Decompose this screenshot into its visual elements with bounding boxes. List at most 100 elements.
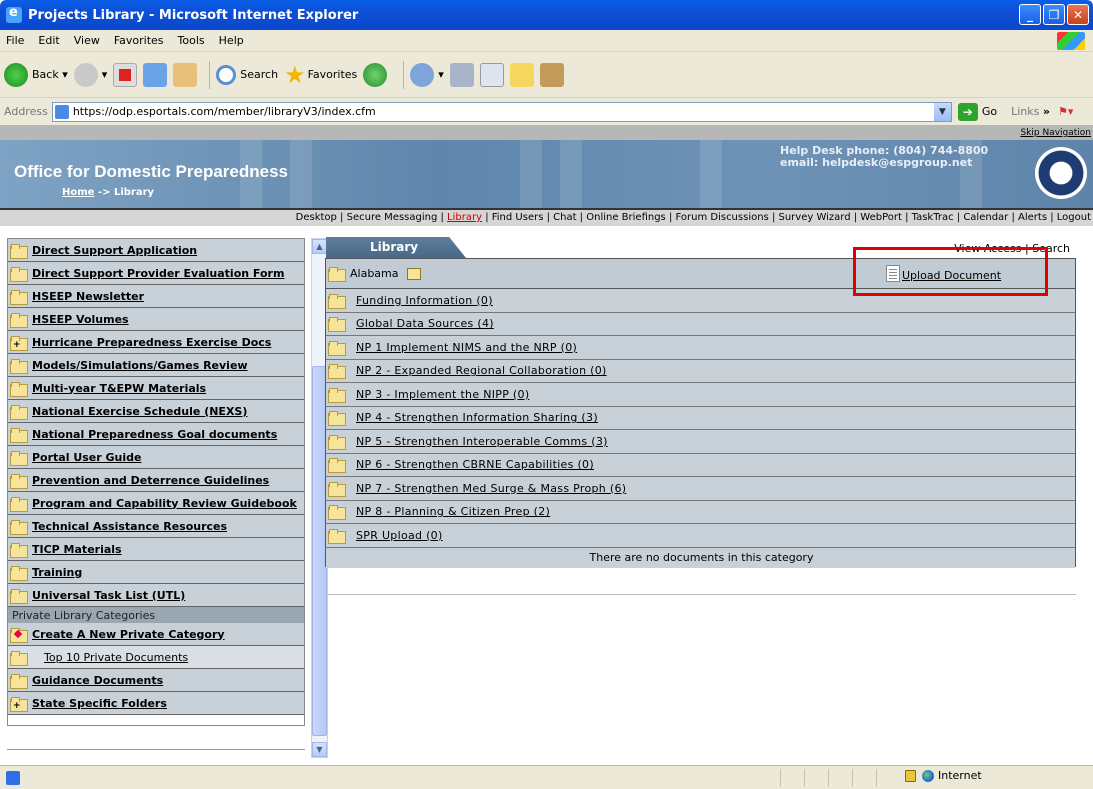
sidebar-item[interactable]: Prevention and Deterrence Guidelines bbox=[8, 469, 304, 492]
folder-expand-icon[interactable]: + bbox=[10, 696, 28, 712]
state-specific-folders-item[interactable]: + State Specific Folders bbox=[8, 692, 304, 715]
nav-links-after[interactable]: | Find Users | Chat | Online Briefings |… bbox=[482, 212, 1091, 223]
guidance-documents-item[interactable]: Guidance Documents bbox=[8, 669, 304, 692]
home-icon[interactable] bbox=[173, 62, 198, 87]
sidebar-item[interactable]: TICP Materials bbox=[8, 538, 304, 561]
menu-edit[interactable]: Edit bbox=[38, 34, 59, 47]
sidebar-item-label[interactable]: Hurricane Preparedness Exercise Docs bbox=[32, 336, 271, 349]
edit-icon[interactable] bbox=[479, 62, 504, 87]
library-tab[interactable]: Library bbox=[326, 237, 466, 258]
folder-link[interactable]: Funding Information (0) bbox=[356, 294, 493, 307]
folder-link[interactable]: NP 2 - Expanded Regional Collaboration (… bbox=[356, 364, 607, 377]
sidebar-item-label[interactable]: National Preparedness Goal documents bbox=[32, 428, 277, 441]
close-button[interactable]: ✕ bbox=[1067, 4, 1089, 25]
search-button[interactable]: Search bbox=[216, 60, 278, 90]
address-input[interactable]: https://odp.esportals.com/member/library… bbox=[51, 101, 952, 122]
sidebar-item-label[interactable]: Create A New Private Category bbox=[32, 628, 225, 641]
research-icon[interactable] bbox=[539, 62, 564, 87]
sidebar-item-label[interactable]: Multi-year T&EPW Materials bbox=[32, 382, 206, 395]
stop-icon[interactable] bbox=[113, 62, 138, 87]
folder-row[interactable]: Global Data Sources (4) bbox=[326, 312, 1075, 336]
sidebar-item[interactable]: National Preparedness Goal documents bbox=[8, 423, 304, 446]
maximize-button[interactable]: ❐ bbox=[1043, 4, 1065, 25]
folder-row[interactable]: NP 4 - Strengthen Information Sharing (3… bbox=[326, 406, 1075, 430]
sidebar-item[interactable]: Training bbox=[8, 561, 304, 584]
sidebar-item-label[interactable]: Models/Simulations/Games Review bbox=[32, 359, 248, 372]
sidebar-item[interactable]: Portal User Guide bbox=[8, 446, 304, 469]
folder-link[interactable]: NP 6 - Strengthen CBRNE Capabilities (0) bbox=[356, 458, 594, 471]
sidebar-item[interactable]: National Exercise Schedule (NEXS) bbox=[8, 400, 304, 423]
folder-row[interactable]: NP 3 - Implement the NIPP (0) bbox=[326, 383, 1075, 407]
address-dropdown-icon[interactable]: ▼ bbox=[933, 102, 951, 121]
folder-icon bbox=[328, 528, 346, 544]
forward-button[interactable]: ▾ bbox=[73, 60, 107, 90]
sidebar-item[interactable]: Multi-year T&EPW Materials bbox=[8, 377, 304, 400]
create-private-category-item[interactable]: Create A New Private Category bbox=[8, 623, 304, 646]
folder-row[interactable]: NP 5 - Strengthen Interoperable Comms (3… bbox=[326, 430, 1075, 454]
folder-link[interactable]: NP 5 - Strengthen Interoperable Comms (3… bbox=[356, 435, 608, 448]
minimize-button[interactable]: _ bbox=[1019, 4, 1041, 25]
sidebar-item-label[interactable]: TICP Materials bbox=[32, 543, 122, 556]
sidebar-item[interactable]: Direct Support Provider Evaluation Form bbox=[8, 262, 304, 285]
sidebar-item-label[interactable]: Guidance Documents bbox=[32, 674, 163, 687]
sidebar-item-label[interactable]: Technical Assistance Resources bbox=[32, 520, 227, 533]
folder-expand-icon[interactable]: + bbox=[10, 335, 28, 351]
sidebar-item[interactable]: + Hurricane Preparedness Exercise Docs bbox=[8, 331, 304, 354]
sidebar-item[interactable]: HSEEP Volumes bbox=[8, 308, 304, 331]
skip-navigation-link[interactable]: Skip Navigation bbox=[1020, 128, 1091, 138]
folder-icon[interactable] bbox=[509, 62, 534, 87]
tools-addon-icon[interactable]: ⚑▾ bbox=[1058, 105, 1073, 118]
menu-tools[interactable]: Tools bbox=[178, 34, 205, 47]
folder-link[interactable]: SPR Upload (0) bbox=[356, 529, 443, 542]
sidebar-item-label[interactable]: National Exercise Schedule (NEXS) bbox=[32, 405, 247, 418]
go-button[interactable]: ➔ Go bbox=[957, 102, 997, 121]
links-button[interactable]: Links » bbox=[1011, 105, 1050, 118]
sidebar-item[interactable]: Technical Assistance Resources bbox=[8, 515, 304, 538]
nav-library-link[interactable]: Library bbox=[447, 212, 482, 223]
scroll-up-icon[interactable]: ▲ bbox=[312, 239, 327, 254]
menu-file[interactable]: File bbox=[6, 34, 24, 47]
refresh-icon[interactable] bbox=[143, 62, 168, 87]
folder-row[interactable]: SPR Upload (0) bbox=[326, 524, 1075, 548]
folder-row[interactable]: NP 2 - Expanded Regional Collaboration (… bbox=[326, 359, 1075, 383]
sidebar-item[interactable]: Direct Support Application bbox=[8, 239, 304, 262]
folder-link[interactable]: NP 8 - Planning & Citizen Prep (2) bbox=[356, 505, 550, 518]
favorites-button[interactable]: ★ Favorites bbox=[284, 60, 357, 90]
sidebar-item-label[interactable]: HSEEP Volumes bbox=[32, 313, 129, 326]
folder-row[interactable]: NP 7 - Strengthen Med Surge & Mass Proph… bbox=[326, 477, 1075, 501]
sidebar-item[interactable]: Universal Task List (UTL) bbox=[8, 584, 304, 607]
sidebar-item-label[interactable]: State Specific Folders bbox=[32, 697, 167, 710]
sidebar-item-label[interactable]: Program and Capability Review Guidebook bbox=[32, 497, 297, 510]
folder-link[interactable]: NP 1 Implement NIMS and the NRP (0) bbox=[356, 341, 577, 354]
breadcrumb-home-link[interactable]: Home bbox=[62, 187, 94, 198]
folder-link[interactable]: Global Data Sources (4) bbox=[356, 317, 494, 330]
back-button[interactable]: Back ▾ bbox=[4, 60, 68, 90]
folder-row[interactable]: NP 6 - Strengthen CBRNE Capabilities (0) bbox=[326, 453, 1075, 477]
sidebar-item-label[interactable]: Portal User Guide bbox=[32, 451, 141, 464]
history-icon[interactable] bbox=[363, 62, 388, 87]
up-folder-icon[interactable] bbox=[406, 267, 421, 280]
folder-row[interactable]: NP 8 - Planning & Citizen Prep (2) bbox=[326, 500, 1075, 524]
sidebar-item-label[interactable]: Training bbox=[32, 566, 82, 579]
sidebar-item-label[interactable]: Direct Support Application bbox=[32, 244, 197, 257]
sidebar-item-label[interactable]: Universal Task List (UTL) bbox=[32, 589, 185, 602]
scroll-down-icon[interactable]: ▼ bbox=[312, 742, 327, 757]
menu-view[interactable]: View bbox=[74, 34, 100, 47]
mail-button[interactable]: ▾ bbox=[410, 60, 444, 90]
folder-link[interactable]: NP 3 - Implement the NIPP (0) bbox=[356, 388, 529, 401]
print-icon[interactable] bbox=[449, 62, 474, 87]
sidebar-item[interactable]: HSEEP Newsletter bbox=[8, 285, 304, 308]
menu-help[interactable]: Help bbox=[219, 34, 244, 47]
folder-row[interactable]: NP 1 Implement NIMS and the NRP (0) bbox=[326, 336, 1075, 360]
folder-link[interactable]: NP 7 - Strengthen Med Surge & Mass Proph… bbox=[356, 482, 626, 495]
sidebar-item[interactable]: Program and Capability Review Guidebook bbox=[8, 492, 304, 515]
nav-links-before[interactable]: Desktop | Secure Messaging | bbox=[296, 212, 447, 223]
sidebar-item-label[interactable]: Top 10 Private Documents bbox=[32, 651, 188, 664]
sidebar-item-label[interactable]: Prevention and Deterrence Guidelines bbox=[32, 474, 269, 487]
sidebar-item[interactable]: Models/Simulations/Games Review bbox=[8, 354, 304, 377]
top10-private-documents-item[interactable]: Top 10 Private Documents bbox=[8, 646, 304, 669]
sidebar-item-label[interactable]: Direct Support Provider Evaluation Form bbox=[32, 267, 284, 280]
folder-link[interactable]: NP 4 - Strengthen Information Sharing (3… bbox=[356, 411, 598, 424]
sidebar-item-label[interactable]: HSEEP Newsletter bbox=[32, 290, 144, 303]
menu-favorites[interactable]: Favorites bbox=[114, 34, 164, 47]
